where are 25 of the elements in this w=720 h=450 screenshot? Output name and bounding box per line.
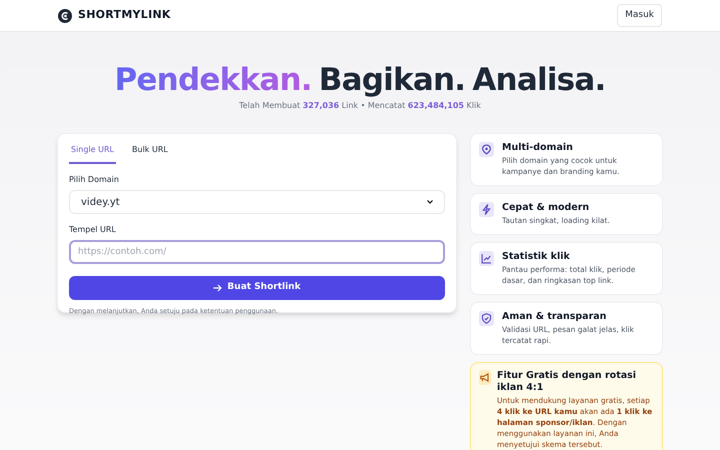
- feature-title: Aman & transparan: [502, 311, 608, 323]
- url-input[interactable]: https://contoh.com/: [69, 240, 445, 264]
- feature-title: Multi-domain: [502, 142, 574, 154]
- arrow-right-icon: [213, 284, 222, 292]
- notice-title: Fitur Gratis dengan rotasi iklan 4:1: [497, 370, 638, 394]
- brand-name: SHORTMYLINK: [78, 7, 171, 24]
- chart-icon: [479, 251, 494, 266]
- field-label: Pilih Domain: [69, 174, 120, 186]
- login-button[interactable]: Masuk: [617, 4, 662, 28]
- chevron-icon: [427, 200, 433, 204]
- feature-title: Statistik klik: [502, 251, 571, 263]
- create-shortlink-button[interactable]: Buat Shortlink: [69, 276, 445, 300]
- field-label: Tempel URL: [69, 224, 117, 236]
- tab[interactable]: Bulk URL: [130, 144, 170, 164]
- headline-word: Analisa.: [472, 62, 606, 98]
- logo-icon: [58, 8, 72, 22]
- stats-text: Telah Membuat 327,036 Link • Mencatat 623,484,105 Klik: [239, 100, 481, 112]
- pin-icon: [479, 142, 494, 157]
- feature-title: Cepat & modern: [502, 202, 590, 214]
- lightning-icon: [479, 202, 494, 217]
- megaphone-icon: [479, 370, 491, 385]
- domain-select[interactable]: videy.yt: [69, 190, 445, 214]
- tab[interactable]: Single URL: [69, 144, 116, 164]
- headline-word: Bagikan.: [318, 62, 466, 98]
- shield-check-icon: [479, 311, 494, 326]
